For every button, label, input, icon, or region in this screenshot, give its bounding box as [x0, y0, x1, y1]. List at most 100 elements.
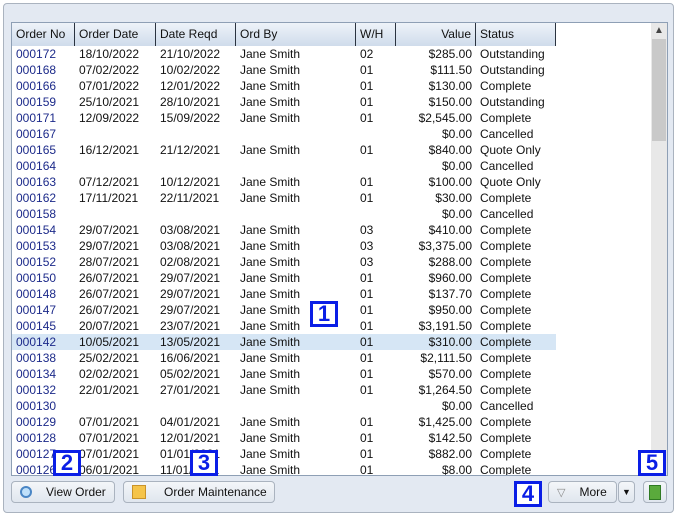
cell-ord-by: Jane Smith — [240, 143, 301, 157]
cell-order-date: 12/09/2022 — [79, 111, 140, 125]
table-row[interactable]: 000167 $0.00 Cancelled — [12, 126, 556, 142]
column-header-date-reqd[interactable]: Date Reqd — [156, 23, 236, 46]
cell-order-no: 000150 — [16, 271, 57, 285]
table-row[interactable]: 000163 07/12/2021 10/12/2021 Jane Smith 01 $1… — [12, 174, 556, 190]
cell-order-date: 16/12/2021 — [79, 143, 140, 157]
table-row[interactable]: 000142 10/05/2021 13/05/2021 Jane Smith 01 $3… — [12, 334, 556, 350]
cell-warehouse: 01 — [360, 351, 374, 365]
table-row[interactable]: 000165 16/12/2021 21/12/2021 Jane Smith 01 $8… — [12, 142, 556, 158]
table-row[interactable]: 000168 07/02/2022 10/02/2022 Jane Smith 01 $1… — [12, 62, 556, 78]
cell-value: $0.00 — [441, 399, 472, 413]
table-row[interactable]: 000134 02/02/2021 05/02/2021 Jane Smith 01 $5… — [12, 366, 556, 382]
cell-order-no: 000130 — [16, 399, 57, 413]
cell-status: Complete — [480, 111, 532, 125]
cell-date-reqd: 03/08/2021 — [160, 239, 221, 253]
cell-date-reqd: 10/02/2022 — [160, 63, 221, 77]
cell-order-date: 07/01/2021 — [79, 415, 140, 429]
table-row[interactable]: 000130 $0.00 Cancelled — [12, 398, 556, 414]
cell-status: Cancelled — [480, 159, 534, 173]
cell-ord-by: Jane Smith — [240, 255, 301, 269]
cell-ord-by: Jane Smith — [240, 447, 301, 461]
cell-order-date: 18/10/2022 — [79, 47, 140, 61]
column-header-order-date[interactable]: Order Date — [75, 23, 156, 46]
table-row[interactable]: 00012606/01/202111/01/2021Jane Smith01$8… — [12, 462, 556, 476]
order-maintenance-button[interactable]: Order Maintenance — [123, 481, 275, 503]
column-header-ord-by[interactable]: Ord By — [236, 23, 356, 46]
cell-date-reqd: 03/08/2021 — [160, 223, 221, 237]
more-button[interactable]: ▽ More — [548, 481, 617, 503]
cell-ord-by: Jane Smith — [240, 95, 301, 109]
cell-date-reqd: 29/07/2021 — [160, 287, 221, 301]
cell-status: Outstanding — [480, 95, 545, 109]
column-header-warehouse[interactable]: W/H — [356, 23, 396, 46]
vertical-scrollbar[interactable]: ▲ — [651, 23, 667, 475]
table-row[interactable]: 000159 25/10/2021 28/10/2021 Jane Smith 01 $1… — [12, 94, 556, 110]
table-row[interactable]: 000148 26/07/2021 29/07/2021 Jane Smith 01 $1… — [12, 286, 556, 302]
table-row[interactable]: 000132 22/01/2021 27/01/2021 Jane Smith 01 $1… — [12, 382, 556, 398]
cell-status: Complete — [480, 351, 532, 365]
cell-status: Cancelled — [480, 207, 534, 221]
table-row[interactable]: 000150 26/07/2021 29/07/2021 Jane Smith 01 $9… — [12, 270, 556, 286]
cell-ord-by — [236, 126, 356, 142]
cell-order-date: 26/07/2021 — [79, 271, 140, 285]
cell-status: Complete — [480, 415, 532, 429]
cell-date-reqd: 28/10/2021 — [160, 95, 221, 109]
edit-note-icon — [132, 485, 146, 499]
cell-date-reqd: 15/09/2022 — [160, 111, 221, 125]
table-row[interactable]: 000153 29/07/2021 03/08/2021 Jane Smith 03 $3… — [12, 238, 556, 254]
cell-date-reqd: 10/12/2021 — [160, 175, 221, 189]
table-row[interactable]: 000154 29/07/2021 03/08/2021 Jane Smith 03 $4… — [12, 222, 556, 238]
cell-value: $8.00 — [441, 463, 472, 476]
cell-order-date: 02/02/2021 — [79, 367, 140, 381]
column-header-order-no[interactable]: Order No — [12, 23, 75, 46]
cell-order-date: 25/10/2021 — [79, 95, 140, 109]
table-row[interactable]: 000171 12/09/2022 15/09/2022 Jane Smith 01 $2… — [12, 110, 556, 126]
cell-status: Complete — [480, 335, 532, 349]
cell-warehouse: 01 — [360, 383, 374, 397]
column-header-status[interactable]: Status — [476, 23, 556, 46]
cell-value: $0.00 — [441, 127, 472, 141]
table-row[interactable]: 000152 28/07/2021 02/08/2021 Jane Smith 03 $2… — [12, 254, 556, 270]
cell-order-no: 000148 — [16, 287, 57, 301]
cell-value: $882.00 — [428, 447, 472, 461]
cell-status: Cancelled — [480, 399, 534, 413]
view-order-button[interactable]: View Order — [11, 481, 115, 503]
magnifier-icon — [20, 486, 32, 498]
cell-status: Complete — [480, 303, 532, 317]
table-row[interactable]: 000172 18/10/2022 21/10/2022 Jane Smith 02 $2… — [12, 46, 556, 62]
cell-order-date — [75, 126, 156, 142]
table-row[interactable]: 000128 07/01/2021 12/01/2021 Jane Smith 01 $1… — [12, 430, 556, 446]
export-excel-button[interactable] — [643, 481, 667, 503]
table-row[interactable]: 000147 26/07/2021 29/07/2021 Jane Smith 01 $9… — [12, 302, 556, 318]
cell-warehouse: 01 — [360, 95, 374, 109]
scroll-thumb[interactable] — [652, 39, 666, 141]
cell-order-date: 29/07/2021 — [79, 223, 140, 237]
scroll-up-icon[interactable]: ▲ — [651, 23, 667, 39]
cell-order-no: 000128 — [16, 431, 57, 445]
cell-warehouse: 01 — [360, 415, 374, 429]
cell-date-reqd — [156, 206, 236, 222]
cell-warehouse: 01 — [360, 319, 374, 333]
cell-value: $2,545.00 — [418, 111, 472, 125]
cell-order-date: 26/07/2021 — [79, 287, 140, 301]
table-row[interactable]: 000145 20/07/2021 23/07/2021 Jane Smith 01 $3… — [12, 318, 556, 334]
cell-value: $310.00 — [428, 335, 472, 349]
cell-warehouse: 01 — [360, 175, 374, 189]
cell-status: Complete — [480, 367, 532, 381]
table-row[interactable]: 000129 07/01/2021 04/01/2021 Jane Smith 01 $1… — [12, 414, 556, 430]
cell-value: $840.00 — [428, 143, 472, 157]
cell-date-reqd: 04/01/2021 — [160, 415, 221, 429]
table-row[interactable]: 000166 07/01/2022 12/01/2022 Jane Smith 01 $1… — [12, 78, 556, 94]
table-row[interactable]: 00012707/01/202101/01/2021Jane Smith01$8… — [12, 446, 556, 462]
table-row[interactable]: 000162 17/11/2021 22/11/2021 Jane Smith 01 $3… — [12, 190, 556, 206]
table-row[interactable]: 000158 $0.00 Cancelled — [12, 206, 556, 222]
table-row[interactable]: 000138 25/02/2021 16/06/2021 Jane Smith 01 $2… — [12, 350, 556, 366]
cell-value: $1,264.50 — [418, 383, 472, 397]
more-dropdown-button[interactable]: ▼ — [618, 481, 635, 503]
cell-status: Complete — [480, 463, 532, 476]
table-row[interactable]: 000164 $0.00 Cancelled — [12, 158, 556, 174]
cell-order-date: 17/11/2021 — [79, 191, 139, 205]
cell-date-reqd: 12/01/2022 — [160, 79, 221, 93]
cell-date-reqd — [156, 158, 236, 174]
column-header-value[interactable]: Value — [396, 23, 476, 46]
